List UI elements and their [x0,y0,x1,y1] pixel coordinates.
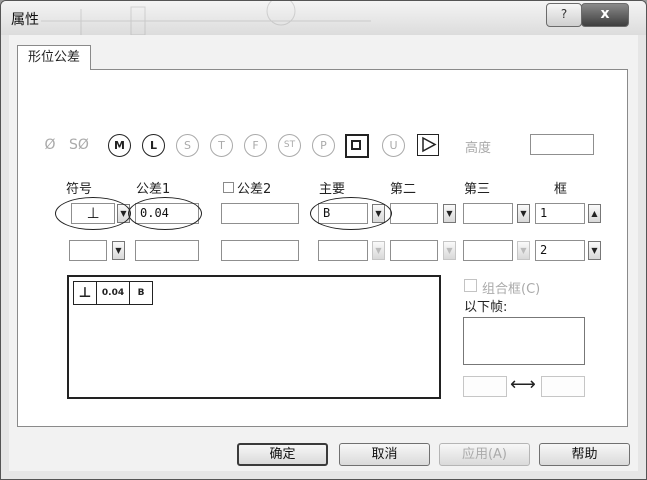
primary-column-label: 主要 [319,182,346,197]
row2-frame-input[interactable]: 2 [535,240,585,261]
annotation-oval-symbol [55,197,131,230]
below-frames-label: 以下帧: [464,300,508,315]
composite-to-input[interactable] [541,376,585,397]
annotation-oval-primary [310,197,392,230]
composite-frame-label: 组合框(C) [482,282,541,297]
composite-from-input[interactable] [463,376,507,397]
modifier-t-button[interactable]: T [210,134,233,157]
row2-tolerance2-input[interactable] [221,240,299,261]
close-button[interactable]: x [581,3,629,27]
row1-frame-input[interactable]: 1 [535,203,585,224]
tolerance2-checkbox[interactable] [223,182,234,193]
tab-geometric-tolerance[interactable]: 形位公差 [17,45,91,70]
frame-column-label: 框 [554,182,568,197]
row2-secondary-input[interactable] [390,240,438,261]
modifier-m-button[interactable]: M [108,134,131,157]
row2-primary-dropdown[interactable]: ▼ [372,241,385,260]
annotation-oval-tolerance [128,197,202,230]
window-title: 属性 [11,12,39,28]
row2-primary-input[interactable] [318,240,368,261]
preview-symbol: ⊥ [74,282,97,304]
tolerance1-column-label: 公差1 [136,182,171,197]
row1-tolerance2-input[interactable] [221,203,299,224]
diameter-symbol-button[interactable]: Ø [38,133,62,157]
help-button[interactable]: 帮助 [539,443,630,466]
row1-frame-spinner[interactable]: ▲ [588,204,601,223]
modifier-u-button[interactable]: U [382,134,405,157]
help-title-button[interactable]: ? [546,3,582,27]
spherical-diameter-button[interactable]: SØ [62,133,96,157]
modifier-l-button[interactable]: L [142,134,165,157]
height-input[interactable] [530,134,594,155]
triangle-button[interactable] [417,134,439,156]
modifier-st-button[interactable]: ST [278,134,301,157]
tolerance2-column-label: 公差2 [237,182,272,197]
preview-tolerance: 0.04 [97,282,130,304]
below-frames-box[interactable] [463,317,585,365]
ok-button[interactable]: 确定 [237,443,328,466]
row2-symbol-dropdown[interactable]: ▼ [112,241,125,260]
row2-tertiary-input[interactable] [463,240,513,261]
row2-frame-spinner[interactable]: ▼ [588,241,601,260]
modifier-f-button[interactable]: F [244,134,267,157]
row1-tertiary-dropdown[interactable]: ▼ [517,204,530,223]
tertiary-column-label: 第三 [464,182,491,197]
double-arrow-icon: ⟷ [510,374,536,395]
tab-panel: Ø SØ M L S T F ST P U 高度 符号 公差1 公差2 主要 第… [17,69,628,427]
properties-dialog: 属性 ? x 形位公差 Ø SØ M L S T F ST P U 高度 符号 … [0,0,647,480]
symbol-column-label: 符号 [66,182,93,197]
row1-tertiary-input[interactable] [463,203,513,224]
modifier-p-button[interactable]: P [312,134,335,157]
modifier-s-button[interactable]: S [176,134,199,157]
title-bar-background-drawing [41,1,371,35]
height-label: 高度 [465,141,492,156]
preview-datum: B [137,288,145,298]
apply-button[interactable]: 应用(A) [439,443,530,466]
row2-secondary-dropdown[interactable]: ▼ [443,241,456,260]
cancel-button[interactable]: 取消 [339,443,430,466]
triangle-icon [421,136,437,153]
row2-symbol-box[interactable] [69,240,107,261]
projected-square-button[interactable] [345,134,369,158]
composite-frame-checkbox[interactable] [464,279,477,292]
row1-secondary-dropdown[interactable]: ▼ [443,204,456,223]
dialog-client: 形位公差 Ø SØ M L S T F ST P U 高度 符号 公差1 公差2… [9,35,638,471]
feature-control-frame: ⊥ 0.04 B [73,281,153,305]
row1-secondary-input[interactable] [390,203,438,224]
feature-control-frame-preview: ⊥ 0.04 B [67,275,441,399]
secondary-column-label: 第二 [390,182,417,197]
row2-tolerance1-input[interactable] [135,240,199,261]
title-bar[interactable]: 属性 ? x [1,1,646,35]
square-icon [351,140,361,150]
row2-tertiary-dropdown[interactable]: ▼ [517,241,530,260]
